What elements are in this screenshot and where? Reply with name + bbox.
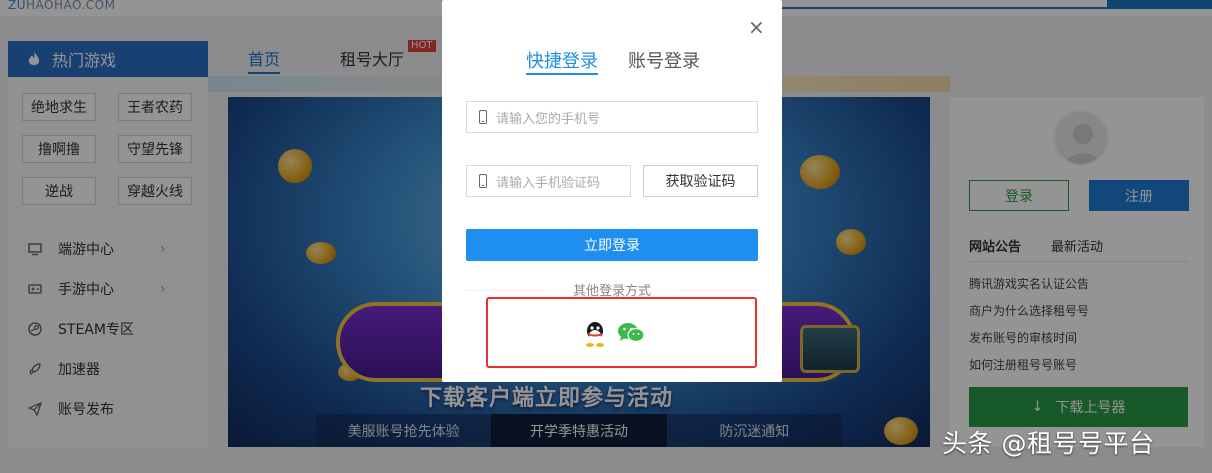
login-tabs: 快捷登录 账号登录 [526, 47, 730, 75]
tab-account-login[interactable]: 账号登录 [628, 47, 700, 75]
phone-icon [479, 110, 487, 124]
phone-placeholder: 请输入您的手机号 [496, 111, 601, 127]
phone-icon [479, 174, 487, 188]
get-code-button[interactable]: 获取验证码 [643, 165, 758, 197]
phone-input[interactable]: 请输入您的手机号 [466, 101, 758, 133]
login-submit-button[interactable]: 立即登录 [466, 229, 758, 261]
code-placeholder: 请输入手机验证码 [496, 175, 601, 191]
verification-code-input[interactable]: 请输入手机验证码 [466, 165, 631, 197]
close-icon[interactable]: × [748, 17, 765, 37]
tab-quick-login[interactable]: 快捷登录 [526, 47, 598, 75]
highlight-box [486, 297, 757, 368]
watermark: 头条 @租号号平台 [942, 429, 1155, 458]
